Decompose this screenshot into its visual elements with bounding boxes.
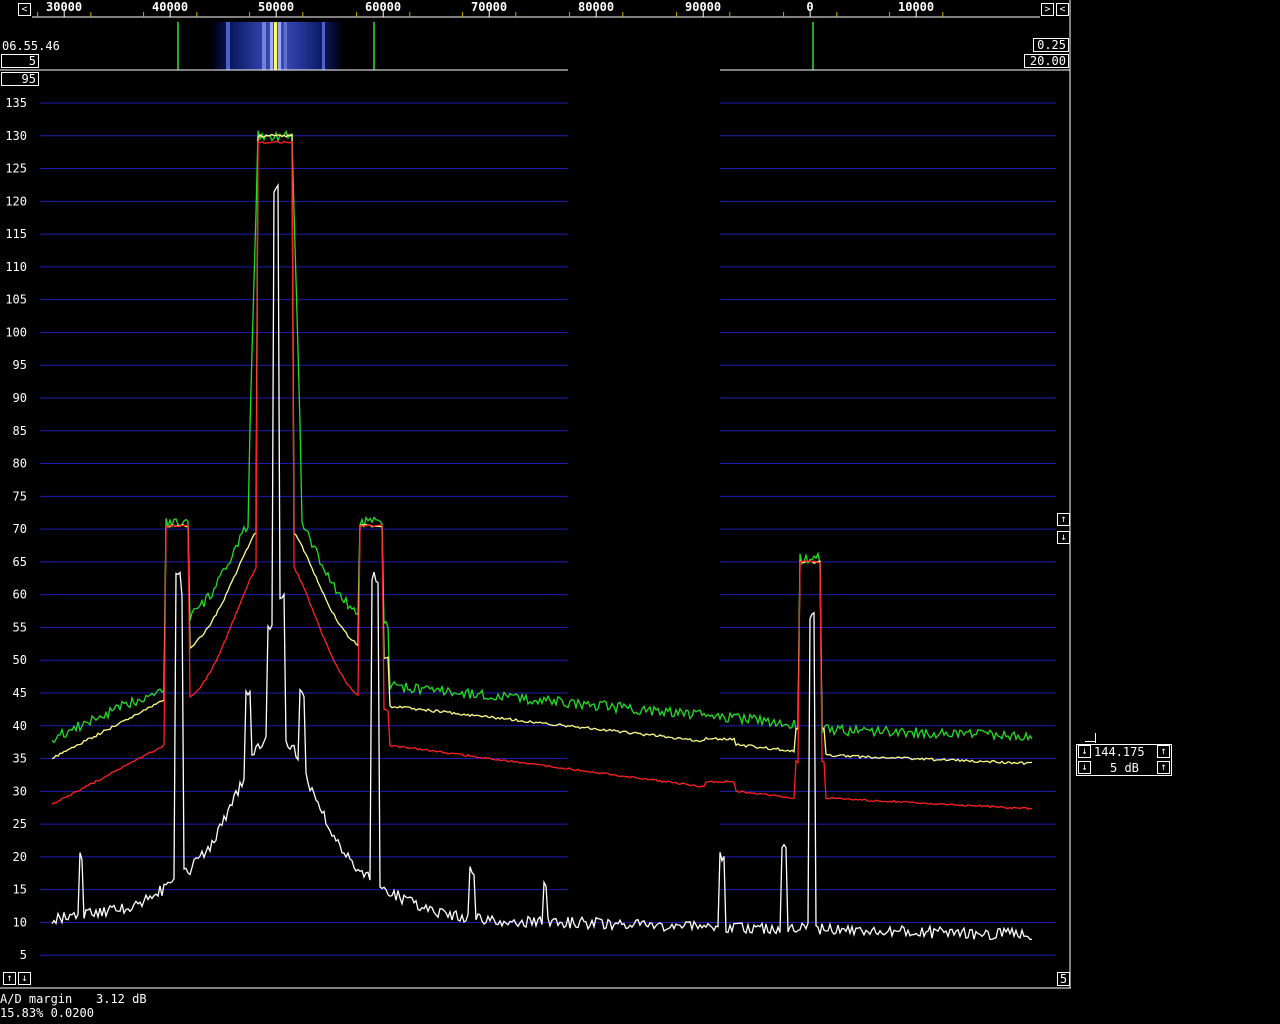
average-count-field[interactable]: 5	[1, 54, 39, 68]
spectrum-top-field[interactable]: 95	[1, 72, 39, 86]
arrow-left-icon: <	[21, 4, 28, 15]
y-tick-label: 135	[5, 96, 27, 110]
y-tick-label: 110	[5, 260, 27, 274]
zoom-up-button[interactable]: ↑	[1157, 745, 1170, 758]
arrow-up-icon: ↑	[1060, 514, 1067, 525]
y-tick-label: 75	[13, 489, 27, 503]
ad-margin-value: 3.12 dB	[96, 992, 147, 1006]
y-tick-label: 125	[5, 162, 27, 176]
max-hold-trace	[51, 129, 1033, 744]
arrow-left-icon: <	[1059, 4, 1066, 15]
frequency-label: 80000	[578, 0, 615, 14]
arrow-down-icon: ↓	[1060, 532, 1067, 543]
frequency-label: 60000	[365, 0, 402, 14]
db-up-button[interactable]: ↑	[1157, 761, 1170, 774]
frequency-label: 30000	[46, 0, 83, 14]
y-tick-label: 35	[13, 752, 27, 766]
spectrum-display: 1351301251201151101051009590858075706560…	[0, 0, 1071, 989]
y-tick-label: 60	[13, 588, 27, 602]
zoom-value: 144.175	[1094, 745, 1145, 759]
y-tick-label: 105	[5, 293, 27, 307]
arrow-up-icon: ↑	[1160, 762, 1167, 773]
y-tick-label: 5	[20, 948, 27, 962]
y-tick-label: 65	[13, 555, 27, 569]
y-tick-label: 115	[5, 227, 27, 241]
db-per-div-value: 5 dB	[1110, 761, 1139, 775]
arrow-down-icon: ↓	[21, 973, 28, 984]
arrow-up-icon: ↑	[1160, 746, 1167, 757]
bottom-right-field[interactable]: 5	[1057, 972, 1070, 986]
bottom-up-button[interactable]: ↑	[3, 972, 16, 985]
y-tick-label: 15	[13, 883, 27, 897]
cursor-marker-vertical	[1095, 733, 1096, 743]
arrow-down-icon: ↓	[1081, 762, 1088, 773]
y-tick-label: 25	[13, 817, 27, 831]
time-display: 06.55.46	[2, 39, 60, 53]
y-tick-label: 30	[13, 784, 27, 798]
db-down-button[interactable]: ↓	[1078, 761, 1091, 774]
frequency-label: 40000	[152, 0, 189, 14]
y-tick-label: 10	[13, 915, 27, 929]
waterfall	[0, 22, 1070, 71]
cursor-marker	[1085, 741, 1095, 742]
arrow-up-icon: ↑	[6, 973, 13, 984]
y-tick-label: 70	[13, 522, 27, 536]
y-tick-label: 40	[13, 719, 27, 733]
y-tick-label: 85	[13, 424, 27, 438]
bottom-down-button[interactable]: ↓	[18, 972, 31, 985]
min-hold-trace	[51, 140, 1033, 811]
scroll-left-button-2[interactable]: <	[1056, 3, 1069, 16]
arrow-down-icon: ↓	[1081, 746, 1088, 757]
frequency-label: 10000	[898, 0, 935, 14]
zoom-down-button[interactable]: ↓	[1078, 745, 1091, 758]
cpu-status: 15.83% 0.0200	[0, 1006, 94, 1020]
scroll-right-button[interactable]: >	[1041, 3, 1054, 16]
spectrum-plot: 1351301251201151101051009590858075706560…	[0, 0, 1071, 989]
spectrum-up-button[interactable]: ↑	[1057, 513, 1070, 526]
frequency-label: 70000	[471, 0, 508, 14]
y-tick-label: 90	[13, 391, 27, 405]
y-tick-label: 80	[13, 457, 27, 471]
y-tick-label: 100	[5, 325, 27, 339]
waterfall-zero-field[interactable]: 20.00	[1024, 54, 1069, 68]
waterfall-gain-field[interactable]: 0.25	[1033, 38, 1069, 52]
frequency-label: 50000	[258, 0, 295, 14]
y-tick-label: 55	[13, 620, 27, 634]
frequency-label: 90000	[685, 0, 722, 14]
scroll-left-button[interactable]: <	[18, 3, 31, 16]
y-tick-label: 120	[5, 194, 27, 208]
y-tick-label: 45	[13, 686, 27, 700]
frequency-label: 0	[806, 0, 814, 14]
y-tick-label: 20	[13, 850, 27, 864]
y-tick-label: 130	[5, 129, 27, 143]
y-tick-label: 95	[13, 358, 27, 372]
y-tick-label: 50	[13, 653, 27, 667]
arrow-right-icon: >	[1044, 4, 1051, 15]
ad-margin-label: A/D margin	[0, 992, 73, 1006]
spectrum-down-button[interactable]: ↓	[1057, 531, 1070, 544]
average-trace	[51, 133, 1033, 766]
